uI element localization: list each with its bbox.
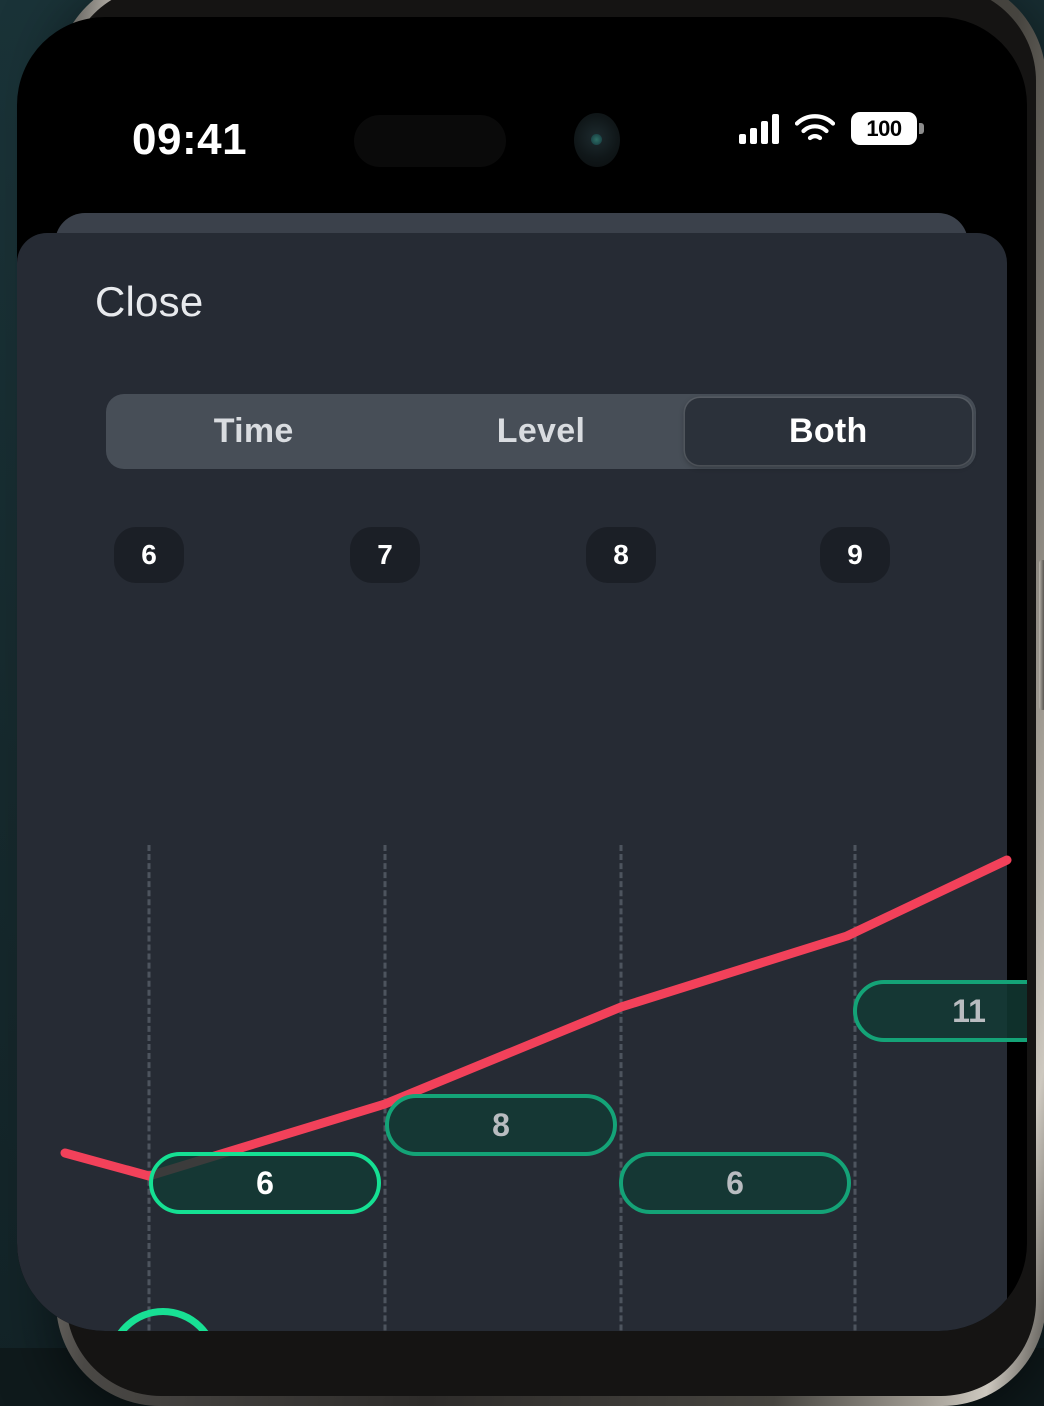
time-tick-6[interactable]: 6 (114, 527, 184, 583)
value-pill-11[interactable]: 11 (853, 980, 1027, 1042)
detail-sheet: Close Time Level Both 6 7 8 9 6 8 (17, 233, 1007, 1331)
time-tick-9[interactable]: 9 (820, 527, 890, 583)
dynamic-island (354, 115, 506, 167)
battery-icon: 100 (851, 112, 917, 145)
battery-level-label: 100 (866, 116, 901, 142)
wifi-icon (795, 114, 835, 144)
glucose-trend-line (17, 823, 1007, 1331)
status-bar-indicators: 100 (739, 112, 917, 145)
glucose-chart[interactable]: 6 8 6 11 (17, 823, 1007, 1331)
status-bar: 09:41 100 (17, 17, 1027, 192)
value-pill-8[interactable]: 8 (385, 1094, 617, 1156)
time-tick-7[interactable]: 7 (350, 527, 420, 583)
time-tick-8[interactable]: 8 (586, 527, 656, 583)
status-bar-clock: 09:41 (132, 115, 247, 165)
cellular-signal-icon (739, 114, 779, 144)
phone-screen: 09:41 100 Close Time Level (17, 17, 1027, 1331)
power-button[interactable] (1039, 560, 1044, 710)
value-pill-6-second[interactable]: 6 (619, 1152, 851, 1214)
value-pill-6-first[interactable]: 6 (149, 1152, 381, 1214)
front-camera-icon (574, 113, 620, 167)
